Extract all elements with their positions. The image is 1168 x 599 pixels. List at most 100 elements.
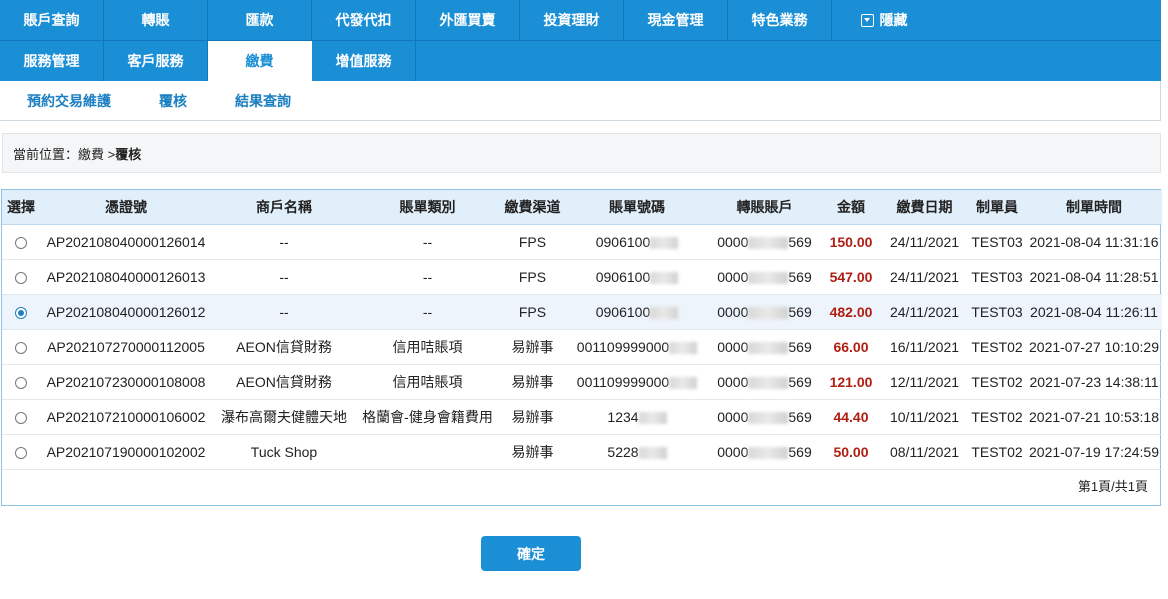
account-cell: 0000 569 bbox=[708, 224, 821, 260]
nav-tab-value-added[interactable]: 增值服務 bbox=[312, 41, 416, 81]
col-header-maker: 制單員 bbox=[968, 190, 1026, 225]
nav-tab-service-management[interactable]: 服務管理 bbox=[0, 41, 104, 81]
time-cell: 2021-08-04 11:31:16 bbox=[1026, 224, 1162, 260]
table-header-row: 選擇 憑證號 商戶名稱 賬單類別 繳費渠道 賬單號碼 轉賬賬戶 金額 繳費日期 … bbox=[2, 190, 1162, 225]
bill-no-text: 001109999000 bbox=[576, 338, 670, 355]
col-header-bill-type: 賬單類別 bbox=[356, 190, 499, 225]
account-prefix: 0000 bbox=[717, 443, 749, 460]
breadcrumb-current: 覆核 bbox=[115, 146, 142, 162]
masked-digits bbox=[748, 446, 789, 459]
bill-no-text: 0906100 bbox=[595, 233, 651, 250]
channel-cell: 易辦事 bbox=[499, 364, 566, 400]
col-header-channel: 繳費渠道 bbox=[499, 190, 566, 225]
account-suffix: 569 bbox=[788, 233, 812, 250]
date-cell: 16/11/2021 bbox=[881, 329, 968, 365]
account-cell: 0000 569 bbox=[708, 399, 821, 435]
account-prefix: 0000 bbox=[717, 338, 749, 355]
table-row[interactable]: AP202107230000108008 AEON信貸財務 信用咭賬項 易辦事 0011… bbox=[2, 364, 1162, 400]
masked-digits bbox=[638, 411, 667, 424]
nav-tab-payroll-debit[interactable]: 代發代扣 bbox=[312, 0, 416, 40]
account-prefix: 0000 bbox=[717, 303, 749, 320]
time-cell: 2021-07-21 10:53:18 bbox=[1026, 399, 1162, 435]
amount-cell: 121.00 bbox=[821, 364, 881, 400]
channel-cell: FPS bbox=[499, 224, 566, 260]
row-select-radio[interactable] bbox=[15, 341, 27, 354]
maker-cell: TEST02 bbox=[968, 434, 1026, 470]
account-prefix: 0000 bbox=[717, 373, 749, 390]
bill-type-cell: -- bbox=[356, 224, 499, 260]
nav-hide-button[interactable]: 隱藏 bbox=[832, 0, 936, 40]
nav-tab-investment[interactable]: 投資理財 bbox=[520, 0, 624, 40]
bill-type-cell bbox=[356, 434, 499, 470]
nav-tab-customer-service[interactable]: 客戶服務 bbox=[104, 41, 208, 81]
bill-no-cell: 0906100 bbox=[566, 294, 708, 330]
bill-no-cell: 001109999000 bbox=[566, 329, 708, 365]
amount-cell: 547.00 bbox=[821, 259, 881, 295]
table-row[interactable]: AP202108040000126013 -- -- FPS 0906100 0000 56… bbox=[2, 259, 1162, 295]
masked-digits bbox=[650, 271, 679, 284]
col-header-account: 轉賬賬戶 bbox=[708, 190, 821, 225]
row-select-cell bbox=[2, 399, 40, 435]
voucher-cell: AP202107190000102002 bbox=[40, 434, 212, 470]
col-header-merchant: 商戶名稱 bbox=[212, 190, 356, 225]
row-select-radio[interactable] bbox=[15, 271, 27, 284]
subnav-review[interactable]: 覆核 bbox=[159, 91, 187, 111]
sub-navigation: 預約交易維護 覆核 結果查詢 bbox=[0, 81, 1161, 121]
voucher-cell: AP202108040000126013 bbox=[40, 259, 212, 295]
nav-tab-account-inquiry[interactable]: 賬戶查詢 bbox=[0, 0, 104, 40]
channel-cell: FPS bbox=[499, 294, 566, 330]
merchant-cell: -- bbox=[212, 259, 356, 295]
account-cell: 0000 569 bbox=[708, 329, 821, 365]
date-cell: 08/11/2021 bbox=[881, 434, 968, 470]
confirm-button[interactable]: 確定 bbox=[481, 536, 581, 571]
table-row[interactable]: AP202108040000126012 -- -- FPS 0906100 0000 56… bbox=[2, 294, 1162, 330]
account-suffix: 569 bbox=[788, 303, 812, 320]
account-suffix: 569 bbox=[788, 408, 812, 425]
pagination-info: 第1頁/共1頁 bbox=[1077, 479, 1148, 494]
masked-digits bbox=[748, 236, 789, 249]
row-select-cell bbox=[2, 294, 40, 330]
row-select-cell bbox=[2, 364, 40, 400]
chevron-down-icon bbox=[860, 13, 874, 27]
table-row[interactable]: AP202108040000126014 -- -- FPS 0906100 0000 56… bbox=[2, 224, 1162, 260]
voucher-cell: AP202108040000126012 bbox=[40, 294, 212, 330]
row-select-cell bbox=[2, 434, 40, 470]
bill-type-cell: -- bbox=[356, 259, 499, 295]
bill-no-text: 0906100 bbox=[595, 303, 651, 320]
bill-no-cell: 0906100 bbox=[566, 259, 708, 295]
voucher-cell: AP202107230000108008 bbox=[40, 364, 212, 400]
table-row[interactable]: AP202107190000102002 Tuck Shop 易辦事 5228 0000… bbox=[2, 434, 1162, 470]
bill-no-text: 5228 bbox=[607, 443, 639, 460]
nav-tab-cash-management[interactable]: 現金管理 bbox=[624, 0, 728, 40]
bill-type-cell: -- bbox=[356, 294, 499, 330]
subnav-result-inquiry[interactable]: 結果查詢 bbox=[235, 91, 291, 111]
row-select-radio[interactable] bbox=[15, 306, 27, 319]
nav-tab-bill-payment[interactable]: 繳費 bbox=[208, 41, 312, 81]
time-cell: 2021-07-19 17:24:59 bbox=[1026, 434, 1162, 470]
col-header-time: 制單時間 bbox=[1026, 190, 1162, 225]
col-header-bill-no: 賬單號碼 bbox=[566, 190, 708, 225]
row-select-radio[interactable] bbox=[15, 236, 27, 249]
nav-tab-remittance[interactable]: 匯款 bbox=[208, 0, 312, 40]
row-select-radio[interactable] bbox=[15, 446, 27, 459]
table-row[interactable]: AP202107210000106002 瀑布高爾夫健體天地 格蘭會-健身會籍費用易… bbox=[2, 399, 1162, 435]
merchant-cell: AEON信貸財務 bbox=[212, 364, 356, 400]
breadcrumb-prefix: 當前位置： bbox=[13, 146, 79, 162]
row-select-radio[interactable] bbox=[15, 376, 27, 389]
breadcrumb-path: 繳費 > bbox=[78, 146, 116, 162]
nav-tab-special-services[interactable]: 特色業務 bbox=[728, 0, 832, 40]
account-suffix: 569 bbox=[788, 373, 812, 390]
col-header-amount: 金額 bbox=[821, 190, 881, 225]
nav-tab-fx[interactable]: 外匯買賣 bbox=[416, 0, 520, 40]
channel-cell: FPS bbox=[499, 259, 566, 295]
row-select-radio[interactable] bbox=[15, 411, 27, 424]
date-cell: 12/11/2021 bbox=[881, 364, 968, 400]
table-row[interactable]: AP202107270000112005 AEON信貸財務 信用咭賬項 易辦事 0011… bbox=[2, 329, 1162, 365]
breadcrumb: 當前位置： 繳費 > 覆核 bbox=[2, 133, 1161, 173]
account-suffix: 569 bbox=[788, 443, 812, 460]
row-select-cell bbox=[2, 329, 40, 365]
nav-tab-transfer[interactable]: 轉賬 bbox=[104, 0, 208, 40]
amount-cell: 44.40 bbox=[821, 399, 881, 435]
subnav-scheduled-maintenance[interactable]: 預約交易維護 bbox=[27, 91, 111, 111]
channel-cell: 易辦事 bbox=[499, 399, 566, 435]
